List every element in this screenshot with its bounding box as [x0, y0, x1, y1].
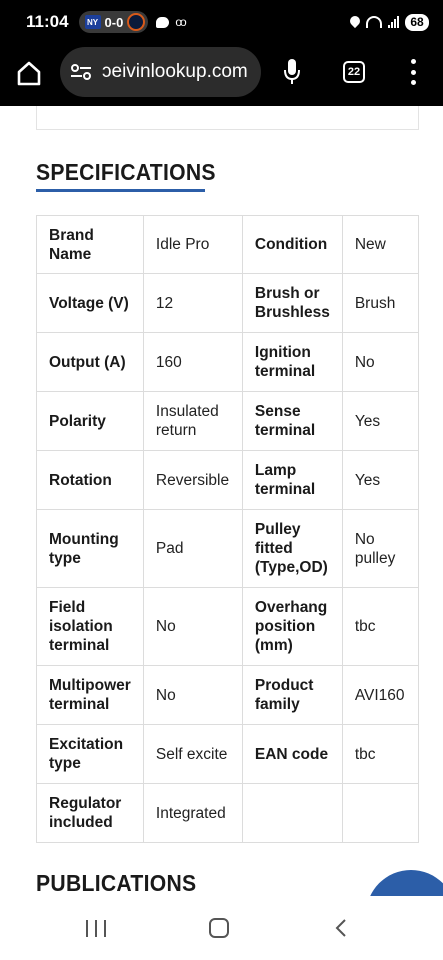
spec-label: Condition — [241, 215, 343, 274]
url-text: ɔeivinlookup.com — [102, 61, 248, 82]
location-icon — [350, 16, 360, 29]
recent-apps-button[interactable] — [86, 920, 106, 937]
table-row: Brand Name Idle Pro Condition New — [36, 215, 420, 274]
table-row: Mounting type Pad Pulley fitted (Type,OD) N… — [36, 509, 420, 588]
status-time: 11:04 — [26, 12, 69, 31]
spec-value: Yes — [341, 450, 420, 510]
giants-logo-icon: NY — [84, 15, 101, 29]
specifications-underline — [36, 189, 205, 192]
score-text: 0-0 — [104, 14, 124, 30]
spec-value: tbc — [341, 587, 420, 666]
battery-indicator: 68 — [405, 13, 429, 31]
spec-value: New — [341, 215, 420, 274]
home-nav-button[interactable] — [209, 918, 229, 938]
system-nav-bar — [0, 896, 443, 960]
spec-value: Pad — [142, 509, 243, 588]
spec-label: Multipower terminal — [36, 665, 144, 725]
spec-value — [341, 783, 420, 843]
specifications-table: Brand Name Idle Pro Condition New Voltage (V… — [36, 215, 420, 843]
back-icon[interactable] — [334, 919, 348, 937]
specifications-heading: SPECIFICATIONS — [36, 159, 216, 185]
message-icon — [156, 16, 170, 28]
wifi-icon — [366, 16, 382, 28]
signal-icon — [388, 16, 399, 28]
bears-logo-icon — [127, 13, 146, 31]
spec-value: Insulated return — [142, 391, 243, 451]
spec-label: Sense terminal — [241, 391, 343, 451]
status-bar: 11:04 NY 0-0 oo 68 — [0, 0, 443, 44]
home-icon[interactable] — [16, 60, 42, 86]
spec-label: Brush or Brushless — [241, 273, 343, 333]
spec-value: No — [142, 665, 243, 725]
spec-label: Pulley fitted (Type,OD) — [241, 509, 343, 588]
spec-label — [241, 783, 343, 843]
spec-label: Ignition terminal — [241, 332, 343, 392]
spec-value: 160 — [142, 332, 243, 392]
spec-value: Idle Pro — [142, 215, 243, 274]
table-row: Output (A) 160 Ignition terminal No — [36, 332, 420, 392]
table-row: Rotation Reversible Lamp terminal Yes — [36, 450, 420, 510]
site-settings-icon[interactable] — [70, 63, 92, 81]
spec-label: EAN code — [241, 724, 343, 784]
sports-score-notification: NY 0-0 — [78, 11, 149, 33]
previous-section-box — [36, 106, 419, 130]
url-bar[interactable]: ɔeivinlookup.com — [60, 47, 261, 97]
floating-action-button[interactable] — [366, 870, 443, 896]
spec-label: Brand Name — [36, 215, 144, 274]
spec-value: 12 — [142, 273, 243, 333]
spec-label: Excitation type — [36, 724, 144, 784]
spec-value: Brush — [341, 273, 420, 333]
spec-label: Field isolation terminal — [36, 587, 144, 666]
table-row: Field isolation terminal No Overhang posit… — [36, 587, 420, 666]
spec-label: Lamp terminal — [241, 450, 343, 510]
spec-label: Voltage (V) — [36, 273, 144, 333]
spec-value: AVI160 — [341, 665, 420, 725]
spec-value: No — [142, 587, 243, 666]
spec-label: Output (A) — [36, 332, 144, 392]
spec-label: Overhang position (mm) — [241, 587, 343, 666]
table-row: Excitation type Self excite EAN code tbc — [36, 724, 420, 784]
browser-toolbar: ɔeivinlookup.com 22 — [0, 44, 443, 106]
spec-label: Product family — [241, 665, 343, 725]
spec-label: Rotation — [36, 450, 144, 510]
table-row: Polarity Insulated return Sense terminal Ye… — [36, 391, 420, 451]
spec-value: Integrated — [142, 783, 243, 843]
spec-value: tbc — [341, 724, 420, 784]
microphone-icon[interactable] — [283, 58, 301, 86]
spec-value: Yes — [341, 391, 420, 451]
spec-label: Polarity — [36, 391, 144, 451]
table-row: Voltage (V) 12 Brush or Brushless Brush — [36, 273, 420, 333]
status-indicators: 68 — [350, 13, 429, 31]
voicemail-icon: oo — [175, 15, 186, 29]
spec-value: Reversible — [142, 450, 243, 510]
table-row: Multipower terminal No Product family AVI16… — [36, 665, 420, 725]
tab-switcher-button[interactable]: 22 — [343, 61, 365, 83]
table-row: Regulator included Integrated — [36, 783, 420, 843]
spec-value: No pulley — [341, 509, 420, 588]
page-content: SPECIFICATIONS Brand Name Idle Pro Conditi… — [0, 106, 443, 896]
spec-value: Self excite — [142, 724, 243, 784]
publications-heading: PUBLICATIONS — [36, 870, 197, 896]
more-options-icon[interactable] — [409, 59, 417, 85]
spec-label: Mounting type — [36, 509, 144, 588]
spec-label: Regulator included — [36, 783, 144, 843]
spec-value: No — [341, 332, 420, 392]
